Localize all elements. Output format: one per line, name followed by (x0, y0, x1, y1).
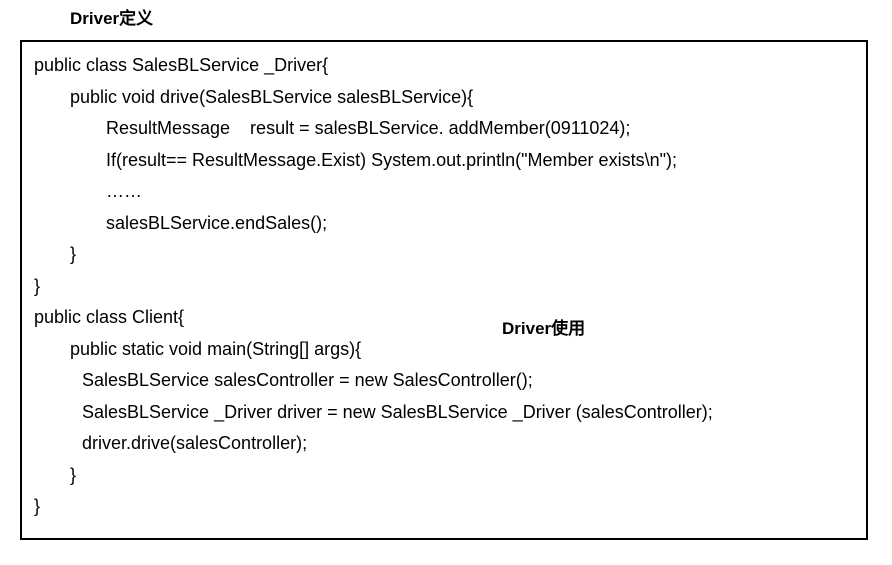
code-line: driver.drive(salesController); (34, 428, 854, 460)
code-line: ResultMessage result = salesBLService. a… (34, 113, 854, 145)
code-line: salesBLService.endSales(); (34, 208, 854, 240)
code-line: } (34, 239, 854, 271)
driver-usage-label: Driver使用 (502, 314, 585, 339)
code-line: public class SalesBLService _Driver{ (34, 50, 854, 82)
code-line: } (34, 460, 854, 492)
code-line: public class Client{ (34, 302, 854, 334)
code-line: public void drive(SalesBLService salesBL… (34, 82, 854, 114)
code-line: } (34, 491, 854, 523)
code-line: SalesBLService _Driver driver = new Sale… (34, 397, 854, 429)
code-line: public static void main(String[] args){ (34, 334, 854, 366)
code-container: public class SalesBLService _Driver{ pub… (20, 40, 868, 540)
code-line: If(result== ResultMessage.Exist) System.… (34, 145, 854, 177)
code-line: } (34, 271, 854, 303)
code-line: …… (34, 176, 854, 208)
code-line: SalesBLService salesController = new Sal… (34, 365, 854, 397)
driver-definition-label: Driver定义 (70, 4, 153, 29)
